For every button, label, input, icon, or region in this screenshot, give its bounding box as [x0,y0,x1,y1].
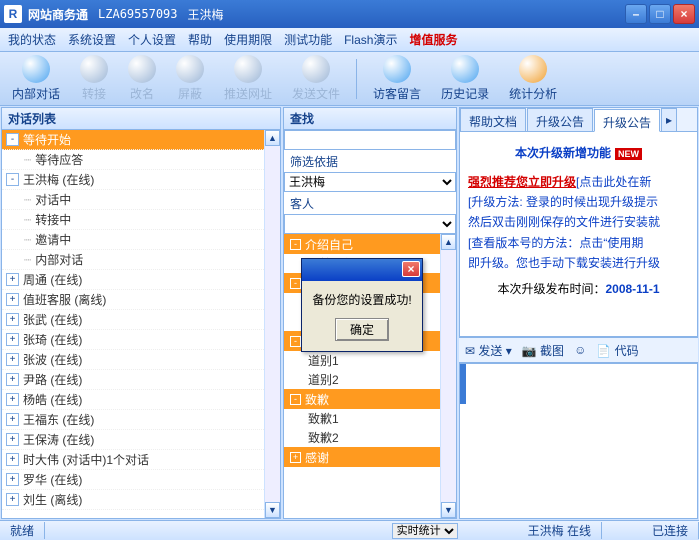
tree-row[interactable]: 内部对话 [2,250,264,270]
announcement: 本次升级新增功能NEW 强烈推荐您立即升级[点击此处在新 [升级方法: 登录的时… [460,132,697,336]
emoji-button[interactable]: ☺ [574,343,586,357]
phrase-item[interactable]: 道别2 [284,370,440,389]
modal-ok-button[interactable]: 确定 [335,318,389,341]
menubar: 我的状态 系统设置 个人设置 帮助 使用期限 测试功能 Flash演示 增值服务 [0,28,699,52]
modal-close-button[interactable]: × [402,261,420,277]
compose-area[interactable] [459,363,698,519]
tree-row[interactable]: +罗华 (在线) [2,470,264,490]
menu-license[interactable]: 使用期限 [224,31,272,48]
current-user: 王洪梅 [188,6,224,23]
tree-row[interactable]: -王洪梅 (在线) [2,170,264,190]
announce-hot[interactable]: 强烈推荐您立即升级 [468,175,576,189]
tab-help[interactable]: 帮助文档 [460,108,526,131]
filter-label: 筛选依据 [284,150,456,172]
phrase-section[interactable]: -致歉 [284,389,440,409]
tree-row[interactable]: +张琦 (在线) [2,330,264,350]
tree-row[interactable]: +值班客服 (离线) [2,290,264,310]
menu-test[interactable]: 测试功能 [284,31,332,48]
conversation-panel: 对话列表 -等待开始等待应答-王洪梅 (在线)对话中转接中邀请中内部对话+周通 … [1,107,281,519]
tree-row[interactable]: +张波 (在线) [2,350,264,370]
guest-select[interactable] [284,214,456,234]
license-code: LZA69557093 [98,7,177,21]
toolbar-发送文件: 发送文件 [286,53,346,104]
code-button[interactable]: 代码 [615,344,639,358]
phrase-section[interactable]: +感谢 [284,447,440,467]
minimize-button[interactable]: – [625,4,647,24]
guest-label: 客人 [284,192,456,214]
menu-help[interactable]: 帮助 [188,31,212,48]
tab-upgrade1[interactable]: 升级公告 [527,108,593,131]
modal-dialog: × 备份您的设置成功! 确定 [301,258,423,352]
toolbar: 内部对话转接改名屏蔽推送网址发送文件访客留言历史记录统计分析 [0,52,699,106]
tree-row[interactable]: 对话中 [2,190,264,210]
status-conn: 已连接 [642,522,699,539]
tree-row[interactable]: +王福东 (在线) [2,410,264,430]
tree-row[interactable]: -等待开始 [2,130,264,150]
tree-row[interactable]: +王保涛 (在线) [2,430,264,450]
tree-row[interactable]: +杨皓 (在线) [2,390,264,410]
menu-vas[interactable]: 增值服务 [409,31,457,48]
menu-personal[interactable]: 个人设置 [128,31,176,48]
tree-row[interactable]: +尹路 (在线) [2,370,264,390]
tree-row[interactable]: 等待应答 [2,150,264,170]
maximize-button[interactable]: □ [649,4,671,24]
new-badge: NEW [615,148,642,160]
phrase-item[interactable]: 致歉2 [284,428,440,447]
app-title: 网站商务通 [28,6,88,23]
toolbar-改名: 改名 [122,53,162,104]
titlebar: R 网站商务通 LZA69557093 王洪梅 – □ × [0,0,699,28]
phrase-item[interactable]: 道别1 [284,351,440,370]
info-panel: 帮助文档 升级公告 升级公告 ▸ 本次升级新增功能NEW 强烈推荐您立即升级[点… [459,107,698,519]
toolbar-转接: 转接 [74,53,114,104]
filter-select[interactable]: 王洪梅 [284,172,456,192]
menu-flash[interactable]: Flash演示 [344,31,397,48]
announce-title: 本次升级新增功能 [515,146,611,160]
info-tabs: 帮助文档 升级公告 升级公告 ▸ [460,108,697,132]
toolbar-历史记录[interactable]: 历史记录 [435,53,495,104]
resize-handle[interactable] [460,364,466,404]
phrase-item[interactable]: 致歉1 [284,409,440,428]
tree-row[interactable]: +周通 (在线) [2,270,264,290]
tree-row[interactable]: +刘生 (离线) [2,490,264,510]
toolbar-屏蔽: 屏蔽 [170,53,210,104]
app-logo: R [4,5,22,23]
status-user: 王洪梅 在线 [518,522,602,539]
scrollbar[interactable]: ▲▼ [264,130,280,518]
statusbar: 就绪 实时统计 王洪梅 在线 已连接 [0,520,699,540]
tree-row[interactable]: +时大伟 (对话中)1个对话 [2,450,264,470]
tree-row[interactable]: 邀请中 [2,230,264,250]
toolbar-推送网址: 推送网址 [218,53,278,104]
compose-toolbar: ✉ 发送 ▾ 📷 截图 ☺ 📄 代码 [459,337,698,363]
modal-message: 备份您的设置成功! [308,291,416,308]
toolbar-统计分析[interactable]: 统计分析 [503,53,563,104]
menu-status[interactable]: 我的状态 [8,31,56,48]
tree-row[interactable]: 转接中 [2,210,264,230]
toolbar-内部对话[interactable]: 内部对话 [6,53,66,104]
tab-overflow[interactable]: ▸ [661,108,677,131]
stat-select[interactable]: 实时统计 [392,523,458,539]
status-ready: 就绪 [0,522,45,539]
phrase-section[interactable]: -介绍自己 [284,234,440,254]
conversation-tree[interactable]: -等待开始等待应答-王洪梅 (在线)对话中转接中邀请中内部对话+周通 (在线)+… [2,130,264,518]
scrollbar[interactable]: ▲▼ [440,234,456,518]
release-date: 2008-11-1 [605,282,659,296]
menu-system[interactable]: 系统设置 [68,31,116,48]
close-button[interactable]: × [673,4,695,24]
tree-row[interactable]: +张武 (在线) [2,310,264,330]
screenshot-button[interactable]: 截图 [540,344,564,358]
search-input[interactable] [284,130,456,150]
send-button[interactable]: 发送 [478,344,502,358]
tab-upgrade2[interactable]: 升级公告 [594,109,660,132]
toolbar-访客留言[interactable]: 访客留言 [367,53,427,104]
modal-titlebar[interactable]: × [302,259,422,281]
conversation-title: 对话列表 [2,108,280,130]
search-label: 查找 [284,108,456,130]
